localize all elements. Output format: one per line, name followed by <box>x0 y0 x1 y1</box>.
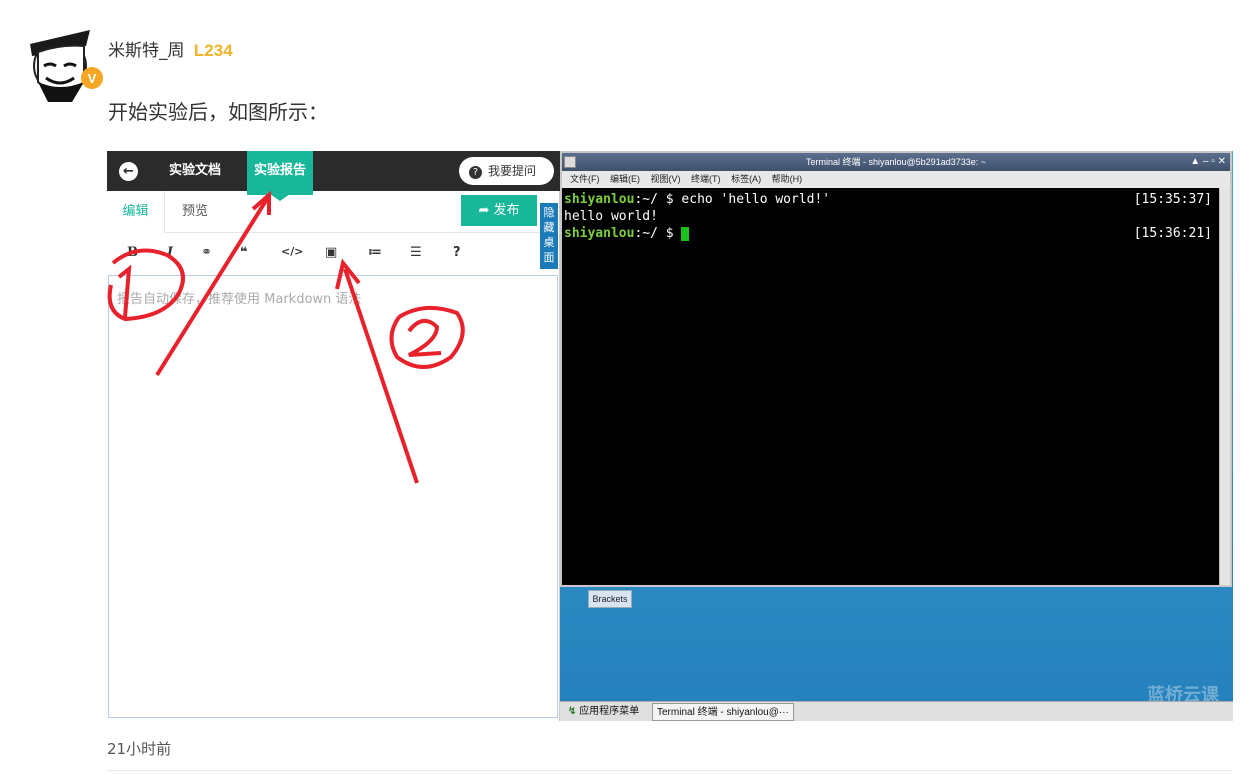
taskbar: ↯ 应用程序菜单 Terminal 终端 - shiyanlou@··· <box>560 701 1233 721</box>
timestamp: [15:36:21] <box>1133 226 1212 241</box>
question-icon: ? <box>469 166 482 179</box>
textarea-placeholder: 报告自动保存，推荐使用 Markdown 语法 <box>117 292 362 307</box>
lab-editor-panel: ← 实验文档 实验报告 ? 我要提问 编辑 预览 ➦ 发布 B I ⚭ ❝ </>… <box>107 151 560 721</box>
ask-question-label: 我要提问 <box>488 164 537 178</box>
post-time: 21小时前 <box>107 740 172 758</box>
divider <box>107 770 1233 771</box>
prompt-path: :~/ $ <box>634 226 682 241</box>
italic-icon[interactable]: I <box>167 245 173 260</box>
cursor <box>681 226 690 241</box>
ask-question-button[interactable]: ? 我要提问 <box>459 157 554 185</box>
publish-button[interactable]: ➦ 发布 <box>461 195 537 226</box>
menu-view[interactable]: 视图(V) <box>651 174 681 184</box>
terminal-menubar: 文件(F) 编辑(E) 视图(V) 终端(T) 标签(A) 帮助(H) <box>562 171 1230 188</box>
tab-lab-doc[interactable]: 实验文档 <box>169 151 221 191</box>
avatar[interactable]: V <box>24 22 106 104</box>
window-controls-icon[interactable]: ▲ ‒ ▫ ✕ <box>1190 153 1226 171</box>
remote-desktop: Terminal 终端 - shiyanlou@5b291ad3733e: ~ … <box>560 151 1233 721</box>
apps-menu-label: 应用程序菜单 <box>579 706 640 717</box>
help-icon[interactable]: ? <box>453 245 461 260</box>
username[interactable]: 米斯特_周 <box>108 41 185 61</box>
tab-preview[interactable]: 预览 <box>182 191 208 233</box>
terminal-line: shiyanlou:~/ $ echo 'hello world!' [15:35… <box>564 191 1216 208</box>
menu-file[interactable]: 文件(F) <box>570 174 600 184</box>
terminal-app-icon <box>564 156 576 168</box>
back-arrow-icon[interactable]: ← <box>119 162 138 181</box>
markdown-toolbar: B I ⚭ ❝ </> ▣ ≔ ☰ ? <box>107 233 560 273</box>
publish-label: 发布 <box>493 203 520 218</box>
terminal-scrollbar[interactable] <box>1219 188 1230 585</box>
image-icon[interactable]: ▣ <box>325 245 337 260</box>
author-line: 米斯特_周 L234 <box>108 36 233 61</box>
editor-topbar: ← 实验文档 实验报告 ? 我要提问 <box>107 151 560 201</box>
code-icon[interactable]: </> <box>281 245 303 258</box>
bold-icon[interactable]: B <box>127 245 138 260</box>
terminal-title: Terminal 终端 - shiyanlou@5b291ad3733e: ~ <box>806 157 986 167</box>
quote-icon[interactable]: ❝ <box>240 245 248 260</box>
timestamp: [15:35:37] <box>1133 192 1212 207</box>
post-image[interactable]: ← 实验文档 实验报告 ? 我要提问 编辑 预览 ➦ 发布 B I ⚭ ❝ </>… <box>107 151 1233 721</box>
terminal-line: hello world! <box>564 208 1216 225</box>
menu-edit[interactable]: 编辑(E) <box>610 174 640 184</box>
menu-terminal[interactable]: 终端(T) <box>691 174 721 184</box>
terminal-output[interactable]: shiyanlou:~/ $ echo 'hello world!' [15:35… <box>562 188 1218 585</box>
terminal-line: shiyanlou:~/ $ [15:36:21] <box>564 225 1216 242</box>
level-badge: L234 <box>193 41 233 60</box>
menu-help[interactable]: 帮助(H) <box>772 174 803 184</box>
prompt-path: :~/ $ <box>634 192 682 207</box>
tab-edit[interactable]: 编辑 <box>107 191 165 233</box>
post-text: 开始实验后，如图所示： <box>108 100 328 124</box>
ordered-list-icon[interactable]: ≔ <box>368 245 382 260</box>
link-icon[interactable]: ⚭ <box>201 245 212 260</box>
terminal-titlebar: Terminal 终端 - shiyanlou@5b291ad3733e: ~ … <box>562 153 1230 171</box>
prompt-user: shiyanlou <box>564 192 635 207</box>
editor-subtabs: 编辑 预览 ➦ 发布 <box>107 191 560 233</box>
menu-tabs[interactable]: 标签(A) <box>731 174 761 184</box>
terminal-window[interactable]: Terminal 终端 - shiyanlou@5b291ad3733e: ~ … <box>560 151 1232 587</box>
hide-desktop-button[interactable]: 隐藏桌面 <box>540 203 558 269</box>
brackets-desktop-icon[interactable]: Brackets <box>588 590 632 608</box>
share-arrow-icon: ➦ <box>478 203 494 218</box>
apps-menu-button[interactable]: ↯ 应用程序菜单 <box>568 702 639 721</box>
command: echo 'hello world!' <box>681 192 831 207</box>
report-textarea[interactable]: 报告自动保存，推荐使用 Markdown 语法 <box>108 275 558 718</box>
prompt-user: shiyanlou <box>564 226 635 241</box>
tab-lab-report[interactable]: 实验报告 <box>247 151 313 201</box>
taskbar-terminal-item[interactable]: Terminal 终端 - shiyanlou@··· <box>652 703 794 721</box>
svg-text:V: V <box>88 71 97 86</box>
command-output: hello world! <box>564 209 658 224</box>
unordered-list-icon[interactable]: ☰ <box>410 245 422 260</box>
apps-menu-icon: ↯ <box>568 706 580 717</box>
